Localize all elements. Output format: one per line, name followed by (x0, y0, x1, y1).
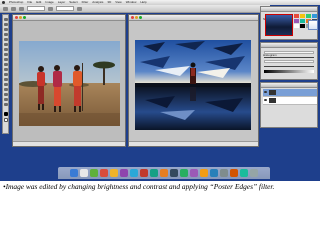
swatch[interactable] (300, 19, 305, 23)
eye-icon[interactable] (264, 99, 267, 101)
layers-panel: Layers (260, 82, 318, 128)
minimize-icon[interactable] (135, 16, 138, 19)
layer-row[interactable] (263, 89, 317, 97)
apple-icon[interactable] (2, 1, 5, 4)
panel-header[interactable]: Histogram (261, 43, 317, 57)
dock-app-icon[interactable] (190, 169, 198, 177)
option-icon[interactable] (77, 6, 82, 11)
dock-app-icon[interactable] (220, 169, 228, 177)
swatch[interactable] (294, 24, 299, 28)
type-tool-icon[interactable] (3, 88, 8, 91)
clone-stamp-tool-icon[interactable] (3, 58, 8, 61)
dock-app-icon[interactable] (200, 169, 208, 177)
brush-tool-icon[interactable] (3, 53, 8, 56)
document-title-bar[interactable] (129, 15, 258, 21)
marquee-tool-icon[interactable] (3, 23, 8, 26)
eye-icon[interactable] (264, 91, 267, 93)
dock-app-icon[interactable] (80, 169, 88, 177)
caption-text: •Image was edited by changing brightness… (3, 182, 275, 191)
zoom-icon[interactable] (23, 16, 26, 19)
dock (58, 167, 270, 179)
move-tool-icon[interactable] (3, 18, 8, 21)
close-icon[interactable] (15, 16, 18, 19)
dock-app-icon[interactable] (70, 169, 78, 177)
pen-tool-icon[interactable] (3, 83, 8, 86)
swatch[interactable] (300, 14, 305, 18)
navigator-thumbnail[interactable] (265, 14, 293, 36)
edited-photo (135, 40, 251, 130)
zoom-tool-icon[interactable] (3, 103, 8, 106)
close-icon[interactable] (131, 16, 134, 19)
dock-app-icon[interactable] (100, 169, 108, 177)
dock-app-icon[interactable] (160, 169, 168, 177)
dock-app-icon[interactable] (140, 169, 148, 177)
dock-app-icon[interactable] (240, 169, 248, 177)
swatch[interactable] (312, 14, 317, 18)
layer-thumbnail (269, 90, 276, 95)
shape-tool-icon[interactable] (3, 93, 8, 96)
minimize-icon[interactable] (19, 16, 22, 19)
option-field[interactable] (27, 6, 45, 11)
panel-header[interactable]: Layers (261, 83, 317, 97)
options-bar (0, 5, 270, 13)
tools-panel (2, 14, 9, 134)
window-controls (15, 16, 26, 19)
original-photo (19, 41, 120, 126)
adjustment-slider[interactable] (264, 57, 314, 58)
swatch[interactable] (294, 14, 299, 18)
adjustments-panel: Histogram (260, 42, 318, 80)
panel-header[interactable]: Navigator (261, 7, 317, 21)
adjustment-field[interactable] (264, 60, 314, 63)
zoom-icon[interactable] (139, 16, 142, 19)
layer-thumbnail (269, 98, 276, 103)
document-status-bar (13, 141, 125, 146)
gradient-strip (264, 70, 314, 73)
adjustment-field[interactable] (264, 51, 314, 54)
dock-app-icon[interactable] (250, 169, 258, 177)
gradient-tool-icon[interactable] (3, 73, 8, 76)
desktop-file-icon[interactable] (308, 20, 318, 30)
swatch[interactable] (294, 19, 299, 23)
layer-row[interactable] (263, 97, 317, 105)
healing-brush-tool-icon[interactable] (3, 48, 8, 51)
dock-app-icon[interactable] (170, 169, 178, 177)
crop-tool-icon[interactable] (3, 38, 8, 41)
window-controls (131, 16, 142, 19)
dock-app-icon[interactable] (210, 169, 218, 177)
dodge-tool-icon[interactable] (3, 78, 8, 81)
quick-select-tool-icon[interactable] (3, 33, 8, 36)
dock-app-icon[interactable] (180, 169, 188, 177)
option-icon[interactable] (11, 6, 16, 11)
dock-app-icon[interactable] (110, 169, 118, 177)
tool-preset-icon[interactable] (3, 6, 8, 11)
document-status-bar (129, 141, 258, 146)
option-icon[interactable] (48, 6, 53, 11)
eraser-tool-icon[interactable] (3, 68, 8, 71)
dock-app-icon[interactable] (90, 169, 98, 177)
swatch[interactable] (300, 24, 305, 28)
dock-app-icon[interactable] (230, 169, 238, 177)
swatch[interactable] (306, 14, 311, 18)
document-title-bar[interactable] (13, 15, 125, 21)
eyedropper-tool-icon[interactable] (3, 43, 8, 46)
background-color-swatch[interactable] (3, 118, 8, 122)
document-window-edited[interactable] (128, 14, 259, 147)
hand-tool-icon[interactable] (3, 98, 8, 101)
option-field[interactable] (56, 6, 74, 11)
mac-screenshot: Photoshop File Edit Image Layer Select F… (0, 0, 320, 181)
dock-app-icon[interactable] (150, 169, 158, 177)
history-brush-tool-icon[interactable] (3, 63, 8, 66)
option-icon[interactable] (19, 6, 24, 11)
lasso-tool-icon[interactable] (3, 28, 8, 31)
dock-app-icon[interactable] (120, 169, 128, 177)
dock-app-icon[interactable] (130, 169, 138, 177)
document-window-original[interactable] (12, 14, 126, 147)
adjustment-slider[interactable] (264, 66, 314, 67)
foreground-color-swatch[interactable] (3, 112, 8, 116)
